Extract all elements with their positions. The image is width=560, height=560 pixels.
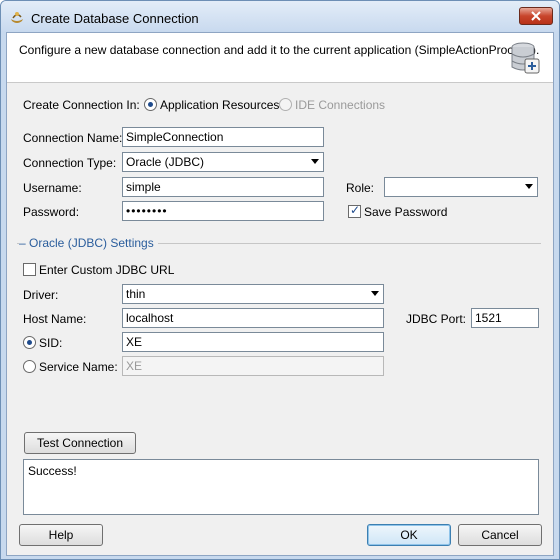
test-connection-button[interactable]: Test Connection: [24, 432, 136, 454]
close-icon: [531, 11, 541, 21]
driver-select[interactable]: thin: [122, 284, 384, 304]
chevron-down-icon: [371, 291, 379, 296]
ok-button[interactable]: OK: [367, 524, 451, 546]
sid-label[interactable]: SID:: [39, 336, 62, 350]
sid-field[interactable]: XE: [122, 332, 384, 352]
header-band: Configure a new database connection and …: [7, 33, 553, 83]
driver-value: thin: [126, 287, 146, 301]
username-label: Username:: [23, 181, 82, 195]
password-field[interactable]: ••••••••: [122, 201, 324, 221]
connection-name-field[interactable]: SimpleConnection: [122, 127, 324, 147]
jdbc-port-field[interactable]: 1521: [471, 308, 539, 328]
window-title: Create Database Connection: [31, 11, 199, 26]
jdeveloper-icon: [9, 9, 25, 25]
save-password-checkbox[interactable]: [348, 203, 361, 218]
ide-connections-label[interactable]: IDE Connections: [295, 98, 385, 112]
service-name-field[interactable]: XE: [122, 356, 384, 376]
role-select[interactable]: [384, 177, 538, 197]
service-name-label[interactable]: Service Name:: [39, 360, 118, 374]
section-title-text: Oracle (JDBC) Settings: [29, 236, 154, 250]
title-bar[interactable]: Create Database Connection: [1, 1, 559, 31]
host-name-field[interactable]: localhost: [122, 308, 384, 328]
chevron-down-icon: [311, 159, 319, 164]
close-button[interactable]: [519, 7, 553, 25]
radio-service-name[interactable]: [23, 360, 36, 373]
connection-type-label: Connection Type:: [23, 156, 117, 170]
radio-sid[interactable]: [23, 336, 36, 349]
help-button[interactable]: Help: [19, 524, 103, 546]
driver-label: Driver:: [23, 288, 59, 302]
role-label: Role:: [346, 181, 375, 195]
create-in-label: Create Connection In:: [23, 98, 140, 112]
cancel-button[interactable]: Cancel: [458, 524, 542, 546]
chevron-down-icon: [525, 184, 533, 189]
custom-jdbc-url-checkbox[interactable]: [23, 263, 36, 276]
application-resources-label[interactable]: Application Resources: [160, 98, 279, 112]
save-password-label[interactable]: Save Password: [364, 205, 447, 219]
dialog-description: Configure a new database connection and …: [19, 43, 540, 57]
password-label: Password:: [23, 205, 80, 219]
host-name-label: Host Name:: [23, 312, 87, 326]
connection-type-value: Oracle (JDBC): [126, 155, 205, 169]
connection-name-label: Connection Name:: [23, 131, 123, 145]
radio-application-resources[interactable]: [144, 98, 157, 111]
username-field[interactable]: simple: [122, 177, 324, 197]
radio-ide-connections[interactable]: [279, 98, 292, 111]
dialog-content: Configure a new database connection and …: [6, 32, 554, 556]
section-title: – Oracle (JDBC) Settings: [19, 236, 158, 250]
custom-jdbc-url-label[interactable]: Enter Custom JDBC URL: [39, 263, 174, 277]
database-icon: [509, 41, 541, 75]
test-result-area[interactable]: Success!: [23, 459, 539, 515]
dialog-window: Create Database Connection Configure a n…: [0, 0, 560, 560]
connection-type-select[interactable]: Oracle (JDBC): [122, 152, 324, 172]
jdbc-port-label: JDBC Port:: [406, 312, 467, 326]
